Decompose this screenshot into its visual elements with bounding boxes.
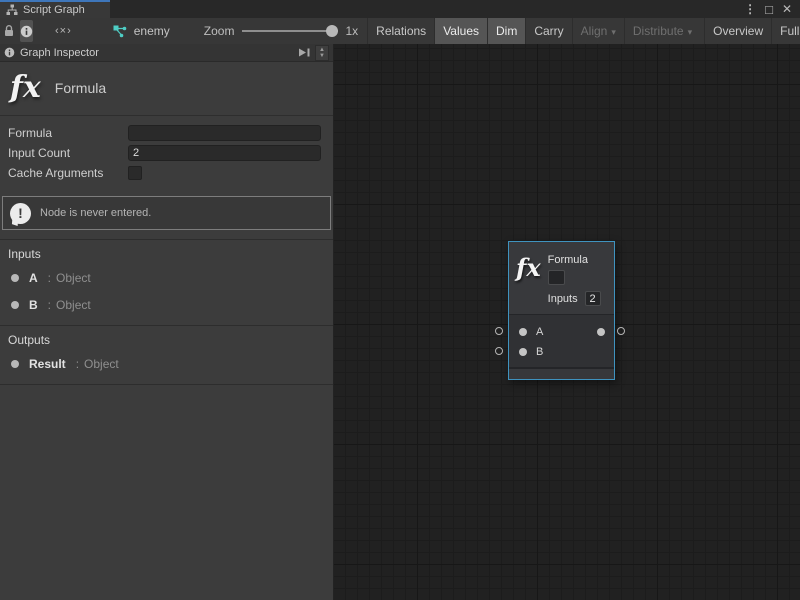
- colon: :: [76, 357, 79, 371]
- spin-down-icon[interactable]: ▼: [319, 53, 325, 59]
- overview-button[interactable]: Overview: [704, 18, 771, 44]
- port-dot-icon: [11, 360, 19, 368]
- dock-icon[interactable]: [298, 47, 311, 58]
- warning-text: Node is never entered.: [40, 207, 151, 219]
- port-dot-icon: [11, 301, 19, 309]
- list-item: B :Object: [0, 295, 333, 315]
- menu-icon[interactable]: ⋮: [744, 3, 756, 15]
- warning-box: ! Node is never entered.: [2, 196, 331, 230]
- fx-icon: fx: [10, 74, 41, 101]
- info-icon: [20, 25, 33, 38]
- graph-toolbar: ‹×› enemy Zoom 1x Relations: [0, 18, 800, 44]
- node-title: Formula: [55, 80, 106, 96]
- formula-node[interactable]: fx Formula Inputs 2: [508, 241, 615, 380]
- inspector-title: Graph Inspector: [20, 47, 99, 59]
- inputs-section: Inputs A :Object B :Object: [0, 240, 333, 325]
- distribute-button[interactable]: Distribute ▾: [624, 18, 700, 44]
- zoom-label: Zoom: [204, 24, 235, 38]
- node-formula-input[interactable]: [548, 270, 565, 285]
- cache-arguments-label: Cache Arguments: [8, 166, 128, 180]
- align-button[interactable]: Align ▾: [572, 18, 624, 44]
- zoom-slider[interactable]: [242, 24, 338, 38]
- input-count-field-row: Input Count: [8, 144, 321, 161]
- warning-icon: !: [10, 203, 31, 224]
- code-view-button[interactable]: ‹×›: [55, 20, 72, 42]
- inputs-header: Inputs: [0, 247, 333, 261]
- cache-arguments-field-row: Cache Arguments: [8, 164, 321, 181]
- external-port-result[interactable]: [617, 327, 625, 335]
- node-title: Formula: [548, 254, 601, 266]
- fx-icon: fx: [516, 256, 541, 314]
- full-screen-button[interactable]: Full Screen: [771, 18, 800, 44]
- port-type: Object: [56, 271, 91, 285]
- inspector-scroll-spinner[interactable]: ▲ ▼: [315, 45, 329, 61]
- node-footer: [509, 368, 614, 379]
- graph-inspector-panel: Graph Inspector ▲ ▼ fx Formula: [0, 44, 334, 600]
- port-row-a: A: [509, 322, 614, 342]
- port-type: Object: [84, 357, 119, 371]
- colon: :: [48, 298, 51, 312]
- carry-button[interactable]: Carry: [525, 18, 571, 44]
- script-graph-icon: [6, 4, 18, 16]
- chevron-down-icon: ▾: [688, 28, 693, 37]
- window-controls: ⋮ □ ✕: [744, 0, 800, 18]
- port-row-b: B: [509, 342, 614, 362]
- node-inputs-count-input[interactable]: 2: [585, 291, 601, 306]
- zoom-slider-handle[interactable]: [326, 25, 338, 37]
- input-port-a[interactable]: [519, 328, 527, 336]
- tab-script-graph[interactable]: Script Graph: [0, 0, 110, 18]
- formula-node-header[interactable]: fx Formula Inputs 2: [509, 242, 614, 314]
- tab-bar: Script Graph ⋮ □ ✕: [0, 0, 800, 18]
- node-title-block: fx Formula: [0, 62, 333, 116]
- formula-field-row: Formula: [8, 124, 321, 141]
- dim-button[interactable]: Dim: [487, 18, 525, 44]
- values-button[interactable]: Values: [434, 18, 487, 44]
- inspector-fields: Formula Input Count Cache Arguments: [0, 116, 333, 186]
- input-count-label: Input Count: [8, 146, 128, 160]
- external-port-b[interactable]: [495, 347, 503, 355]
- relations-button[interactable]: Relations: [367, 18, 434, 44]
- formula-node-ports: A B: [509, 315, 614, 367]
- formula-label: Formula: [8, 126, 128, 140]
- padlock-icon: [2, 24, 16, 38]
- port-label: A: [536, 326, 543, 338]
- info-toggle-button[interactable]: [20, 20, 33, 42]
- formula-input[interactable]: [128, 125, 321, 141]
- input-count-input[interactable]: [128, 145, 321, 161]
- inspector-header: Graph Inspector ▲ ▼: [0, 44, 333, 62]
- list-item: A :Object: [0, 268, 333, 288]
- port-type: Object: [56, 298, 91, 312]
- info-icon: [4, 47, 15, 58]
- external-port-a[interactable]: [495, 327, 503, 335]
- input-port-b[interactable]: [519, 348, 527, 356]
- outputs-section: Outputs Result :Object: [0, 326, 333, 384]
- toolbar-toggle-buttons: Relations Values Dim Carry Align ▾ Distr…: [367, 18, 800, 44]
- zoom-value: 1x: [345, 24, 358, 38]
- zoom-control: Zoom 1x: [204, 24, 358, 38]
- code-icon: ‹×›: [55, 25, 72, 37]
- chevron-down-icon: ▾: [611, 28, 616, 37]
- port-dot-icon: [11, 274, 19, 282]
- graph-canvas[interactable]: fx Formula Inputs 2: [334, 44, 800, 600]
- script-graph-window: Script Graph ⋮ □ ✕ ‹×›: [0, 0, 800, 600]
- tab-label: Script Graph: [23, 4, 85, 16]
- cache-arguments-checkbox[interactable]: [128, 166, 142, 180]
- port-label: B: [536, 346, 543, 358]
- colon: :: [48, 271, 51, 285]
- maximize-icon[interactable]: □: [765, 3, 773, 16]
- zoom-slider-track: [242, 30, 338, 32]
- list-item: Result :Object: [0, 354, 333, 374]
- graph-name: enemy: [134, 24, 170, 38]
- outputs-header: Outputs: [0, 333, 333, 347]
- node-inputs-label: Inputs: [548, 293, 578, 305]
- inspector-empty-area: [0, 385, 333, 600]
- graph-reference[interactable]: enemy: [113, 24, 170, 38]
- output-port-result[interactable]: [597, 328, 605, 336]
- graph-icon: [113, 25, 127, 38]
- lock-icon[interactable]: [2, 20, 16, 42]
- close-icon[interactable]: ✕: [782, 3, 792, 15]
